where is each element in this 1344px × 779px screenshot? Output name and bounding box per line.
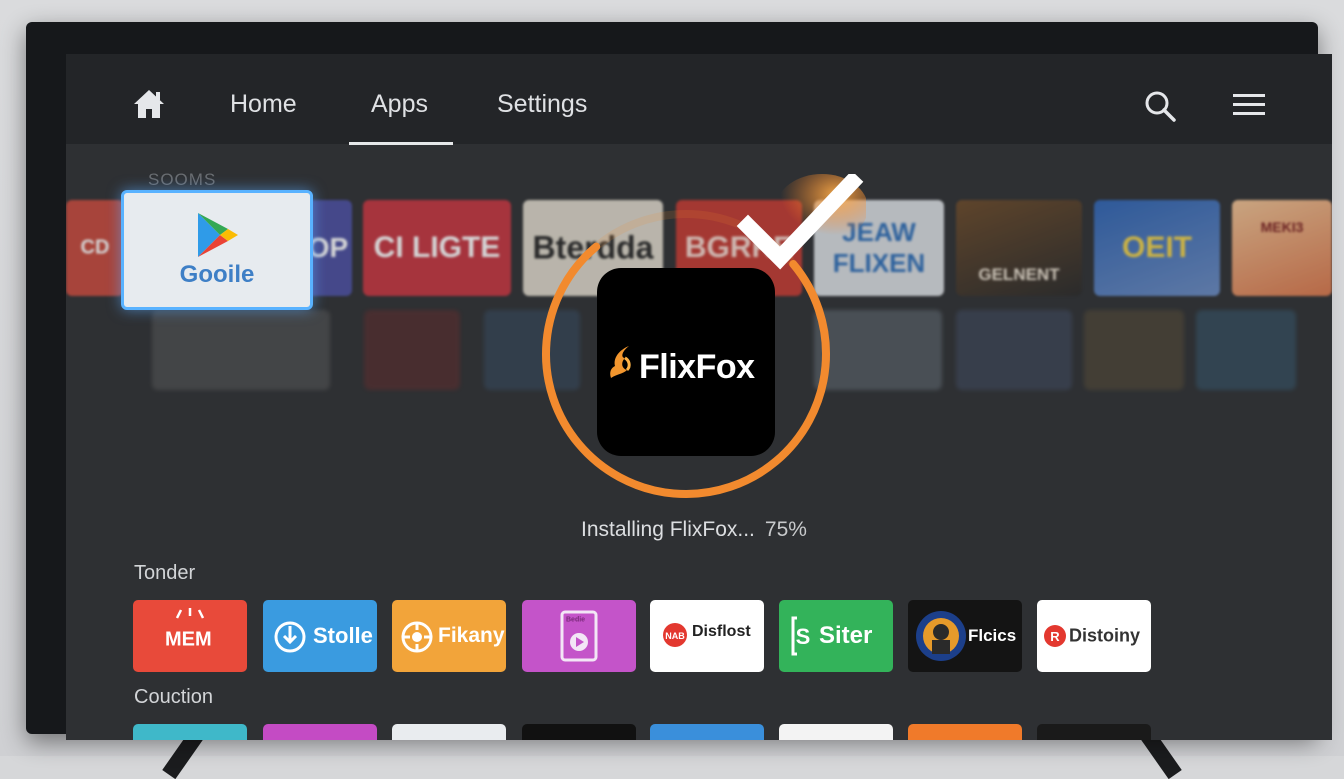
app-tile-siter[interactable]: S Siter (779, 600, 893, 672)
siter-icon: S (791, 616, 811, 656)
top-navigation-bar: Home Apps Settings (66, 54, 1332, 145)
distoiny-icon: R (1044, 625, 1066, 647)
fikany-icon (401, 621, 433, 653)
carousel-tile[interactable]: OEIT (1094, 200, 1220, 296)
svg-text:NAB: NAB (665, 631, 685, 641)
nav-tab-home[interactable]: Home (230, 90, 297, 119)
app-tile-stolle[interactable]: Stolle (263, 600, 377, 672)
check-icon (736, 174, 866, 270)
app-label: Siter (819, 622, 873, 649)
app-label: Fikany (438, 624, 505, 647)
carousel-tile[interactable] (1084, 310, 1184, 390)
search-icon[interactable] (1144, 90, 1176, 122)
app-label: Stolle (313, 623, 373, 648)
carousel-tile[interactable]: MEKI3 (1232, 200, 1332, 296)
row-title-tonder: Tonder (134, 562, 196, 584)
disflost-icon: NAB (663, 623, 687, 647)
nav-tab-settings[interactable]: Settings (497, 90, 587, 119)
home-icon[interactable] (132, 88, 166, 120)
app-label: Flcics (968, 626, 1017, 645)
nav-tab-apps[interactable]: Apps (371, 90, 428, 119)
app-tile-peek[interactable] (908, 724, 1022, 740)
app-tile-flcics[interactable]: Flcics (908, 600, 1022, 672)
app-label: Distoiny (1069, 625, 1141, 646)
tile-label: MEKI3 (1260, 218, 1304, 235)
svg-text:S: S (796, 624, 811, 649)
app-tile-fikany[interactable]: Fikany (392, 600, 506, 672)
tile-label: OEIT (1121, 231, 1192, 264)
app-tile-peek[interactable] (522, 724, 636, 740)
app-label: Disflost (692, 622, 751, 640)
carousel-tile[interactable] (364, 310, 460, 390)
install-progress-percent: 75% (764, 518, 807, 541)
carousel-tile[interactable] (152, 310, 330, 390)
tile-label: CD (80, 236, 110, 259)
carousel-tile[interactable]: CD (66, 200, 124, 296)
install-status-text: Installing FlixFox... (581, 518, 755, 541)
carousel-tile[interactable]: CI LIGTE (363, 200, 511, 296)
active-tab-indicator (349, 142, 453, 145)
carousel-section-label: SOOMS (148, 170, 217, 189)
app-tile-peek[interactable] (650, 724, 764, 740)
carousel-tile[interactable] (956, 310, 1072, 390)
app-tile-peek[interactable] (263, 724, 377, 740)
svg-text:R: R (1050, 629, 1060, 644)
tile-label: CI LIGTE (373, 231, 501, 264)
app-tile-disflost[interactable]: NAB Disflost (650, 600, 764, 672)
mem-icon (175, 608, 205, 619)
install-status: Installing FlixFox... 75% (581, 518, 807, 542)
google-tile-label: Gooile (179, 261, 255, 288)
hamburger-menu-icon[interactable] (1232, 92, 1266, 118)
app-tile-distoiny[interactable]: R Distoiny (1037, 600, 1151, 672)
google-play-tile[interactable]: Gooile (121, 190, 313, 310)
row-title-couction: Couction (134, 686, 213, 708)
carousel-tile[interactable] (1196, 310, 1296, 390)
app-tile-mem[interactable]: MEM (133, 600, 247, 672)
app-tile-peek[interactable] (1037, 724, 1151, 740)
app-tile-peek[interactable] (133, 724, 247, 740)
app-tile-peek[interactable] (392, 724, 506, 740)
carousel-tile[interactable]: GELNENT (956, 200, 1082, 296)
tv-frame: Home Apps Settings SOOMS CD OP CI LIGTE … (26, 22, 1332, 740)
flixfox-app-icon: FlixFox (597, 268, 775, 456)
app-tile-peek[interactable] (779, 724, 893, 740)
stolle-icon (274, 621, 306, 653)
flixfox-logo-icon (610, 346, 631, 378)
app-label: Bedie (566, 616, 586, 624)
flcics-icon (916, 611, 966, 661)
app-label: MEM (165, 628, 212, 651)
flixfox-app-name: FlixFox (639, 348, 755, 386)
tv-screen: Home Apps Settings SOOMS CD OP CI LIGTE … (66, 54, 1332, 740)
tile-label: GELNENT (978, 264, 1060, 284)
play-store-icon (198, 213, 238, 257)
app-tile-bedie[interactable]: Bedie (522, 600, 636, 672)
